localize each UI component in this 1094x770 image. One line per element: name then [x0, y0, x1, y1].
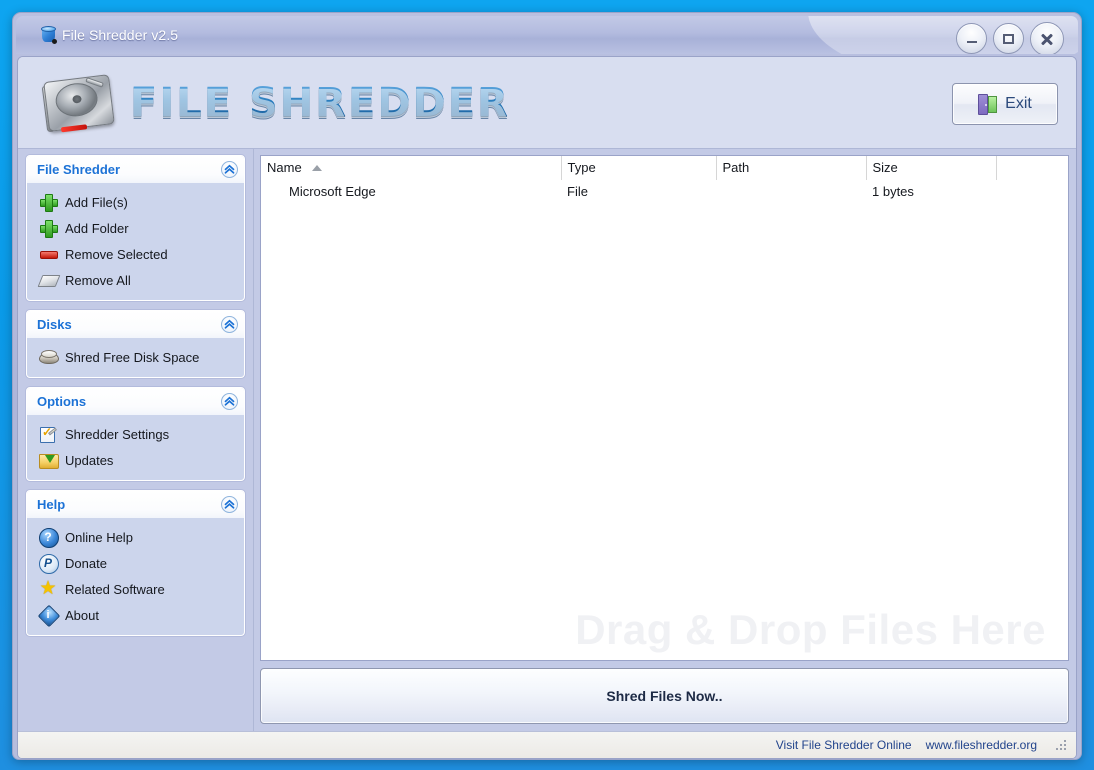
cell-path	[716, 180, 866, 202]
sidebar-item-shred-free-disk-space[interactable]: Shred Free Disk Space	[31, 344, 240, 370]
sidebar-item-donate[interactable]: P Donate	[31, 550, 240, 576]
cell-extra	[996, 180, 1068, 202]
sidebar-item-remove-all[interactable]: Remove All	[31, 267, 240, 293]
column-header-path[interactable]: Path	[716, 156, 867, 181]
window-title: File Shredder v2.5	[62, 27, 179, 43]
file-list-table: Name Type Path Size Microsoft Edge File …	[261, 156, 1068, 202]
sidebar-item-shredder-settings[interactable]: Shredder Settings	[31, 421, 240, 447]
status-bar: Visit File Shredder Online www.fileshred…	[18, 731, 1076, 758]
table-row[interactable]: Microsoft Edge File 1 bytes	[261, 180, 1068, 202]
panel-body-file-shredder: Add File(s) Add Folder Remove Selected R…	[27, 183, 244, 300]
sidebar-item-label: Updates	[65, 452, 114, 468]
file-list-panel[interactable]: Name Type Path Size Microsoft Edge File …	[260, 155, 1069, 661]
content-area: Name Type Path Size Microsoft Edge File …	[254, 149, 1076, 731]
application-window: File Shredder v2.5 FILE SHREDDER Exit Fi…	[12, 12, 1082, 760]
sidebar-item-about[interactable]: i About	[31, 602, 240, 628]
question-mark-icon: ?	[39, 528, 59, 548]
panel-body-disks: Shred Free Disk Space	[27, 338, 244, 377]
chevron-up-icon[interactable]	[221, 393, 238, 410]
app-header: FILE SHREDDER Exit	[18, 57, 1076, 149]
sidebar-item-label: Donate	[65, 555, 107, 571]
eraser-icon	[39, 271, 57, 289]
paypal-icon: P	[39, 554, 59, 574]
column-header-label: Type	[567, 160, 596, 176]
cell-name: Microsoft Edge	[289, 183, 376, 199]
panel-header-options[interactable]: Options	[27, 388, 244, 415]
sidebar-panel-options: Options Shredder Settings Updates	[26, 387, 245, 481]
main-body: File Shredder Add File(s) Add Folder Rem…	[18, 149, 1076, 731]
panel-header-disks[interactable]: Disks	[27, 311, 244, 338]
maximize-button[interactable]	[993, 23, 1024, 54]
status-visit-text[interactable]: Visit File Shredder Online	[776, 738, 912, 752]
cell-size: 1 bytes	[872, 183, 914, 199]
window-controls	[956, 22, 1064, 54]
client-area: FILE SHREDDER Exit File Shredder Add Fil…	[17, 56, 1077, 759]
sidebar-item-label: Shredder Settings	[65, 426, 170, 442]
column-header-label: Size	[872, 160, 898, 176]
red-minus-icon	[39, 245, 58, 263]
sidebar-item-remove-selected[interactable]: Remove Selected	[31, 241, 240, 267]
sidebar-item-label: Online Help	[65, 529, 133, 545]
info-diamond-icon: i	[39, 606, 57, 624]
sidebar-item-label: Add File(s)	[65, 194, 128, 210]
file-list-header-row: Name Type Path Size	[261, 156, 1068, 181]
panel-body-help: ? Online Help P Donate ★ Related Softwar…	[27, 518, 244, 635]
drag-drop-watermark: Drag & Drop Files Here	[575, 606, 1046, 653]
shredder-bin-icon	[40, 26, 58, 44]
sidebar-item-label: Remove All	[65, 272, 131, 288]
sidebar-item-add-folder[interactable]: Add Folder	[31, 215, 240, 241]
sidebar-item-label: Shred Free Disk Space	[65, 349, 200, 365]
panel-body-options: Shredder Settings Updates	[27, 415, 244, 480]
sidebar-panel-disks: Disks Shred Free Disk Space	[26, 310, 245, 378]
exit-button-label: Exit	[1005, 95, 1032, 112]
sidebar-panel-help: Help ? Online Help P Donate ★ Related So…	[26, 490, 245, 636]
panel-title-file-shredder: File Shredder	[37, 162, 121, 177]
minimize-button[interactable]	[956, 23, 987, 54]
sidebar-item-label: About	[65, 607, 99, 623]
sidebar-item-online-help[interactable]: ? Online Help	[31, 524, 240, 550]
cell-type: File	[567, 183, 588, 199]
resize-grip-icon[interactable]	[1055, 738, 1068, 752]
maximize-icon	[1003, 33, 1014, 44]
exit-door-icon	[978, 93, 998, 115]
green-plus-icon	[39, 193, 58, 212]
column-header-type[interactable]: Type	[561, 156, 717, 181]
column-header-label: Path	[722, 160, 750, 176]
sidebar-panel-file-shredder: File Shredder Add File(s) Add Folder Rem…	[26, 155, 245, 301]
panel-title-options: Options	[37, 394, 87, 409]
chevron-up-icon[interactable]	[221, 161, 238, 178]
updates-download-icon	[39, 451, 59, 469]
column-header-name[interactable]: Name	[261, 156, 562, 181]
close-icon	[1040, 32, 1054, 46]
sidebar-item-related-software[interactable]: ★ Related Software	[31, 576, 240, 602]
close-button[interactable]	[1030, 22, 1064, 54]
column-header-label: Name	[267, 160, 302, 176]
chevron-up-icon[interactable]	[221, 316, 238, 333]
sidebar-item-label: Remove Selected	[65, 246, 168, 262]
exit-button[interactable]: Exit	[952, 83, 1058, 125]
panel-title-help: Help	[37, 497, 66, 512]
disks-icon	[39, 348, 59, 366]
app-wordmark: FILE SHREDDER	[130, 79, 510, 126]
shred-files-now-button[interactable]: Shred Files Now..	[260, 668, 1069, 724]
green-plus-icon	[39, 219, 58, 238]
sidebar-item-label: Add Folder	[65, 220, 129, 236]
title-bar[interactable]: File Shredder v2.5	[16, 16, 1078, 54]
sidebar-item-add-files[interactable]: Add File(s)	[31, 189, 240, 215]
panel-header-file-shredder[interactable]: File Shredder	[27, 156, 244, 183]
hard-drive-icon	[39, 69, 120, 136]
sidebar-item-updates[interactable]: Updates	[31, 447, 240, 473]
sort-ascending-icon	[311, 164, 322, 171]
column-header-size[interactable]: Size	[866, 156, 997, 181]
chevron-up-icon[interactable]	[221, 496, 238, 513]
sidebar: File Shredder Add File(s) Add Folder Rem…	[18, 149, 254, 731]
status-site-url[interactable]: www.fileshredder.org	[926, 738, 1037, 752]
minimize-icon	[966, 41, 977, 43]
settings-checklist-icon	[39, 425, 57, 443]
star-icon: ★	[39, 578, 57, 599]
panel-header-help[interactable]: Help	[27, 491, 244, 518]
panel-title-disks: Disks	[37, 317, 72, 332]
sidebar-item-label: Related Software	[65, 581, 165, 597]
column-header-extra[interactable]	[996, 156, 1068, 181]
